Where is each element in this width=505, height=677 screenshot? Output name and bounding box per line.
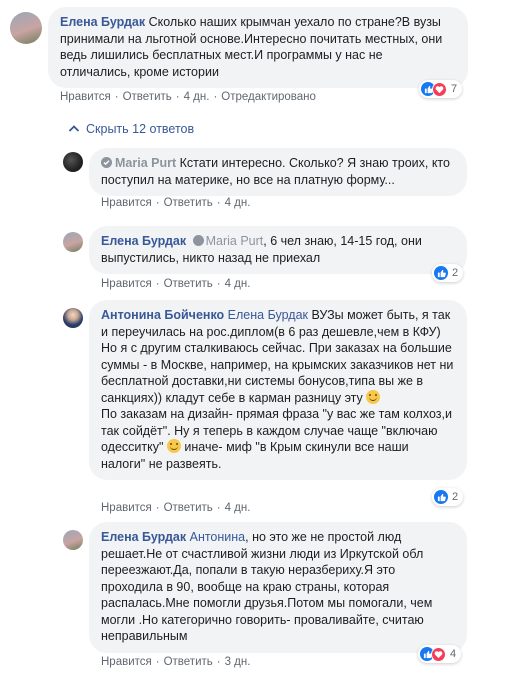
like-link[interactable]: Нравится: [101, 656, 152, 668]
reply-link[interactable]: Ответить: [164, 656, 213, 668]
comment-actions: Нравится · Ответить · 4 дн.: [101, 197, 251, 209]
reply-link[interactable]: Ответить: [164, 502, 213, 514]
timestamp[interactable]: 4 дн.: [225, 278, 251, 290]
mention-tag[interactable]: Maria Purt: [206, 234, 264, 248]
avatar[interactable]: [63, 308, 83, 328]
love-reaction-icon: [431, 646, 446, 662]
comment-bubble: Елена Бурдак Сколько наших крымчан уехал…: [48, 7, 468, 88]
like-link[interactable]: Нравится: [101, 278, 152, 290]
comment-bubble: Антонина Бойченко Елена Бурдак ВУЗы може…: [89, 300, 467, 480]
timestamp[interactable]: 4 дн.: [184, 91, 210, 103]
timestamp[interactable]: 4 дн.: [225, 502, 251, 514]
like-link[interactable]: Нравится: [60, 91, 111, 103]
comment-bubble: Maria Purt Кстати интересно. Сколько? Я …: [89, 148, 467, 196]
reaction-count: 2: [452, 491, 459, 503]
reaction-count: 4: [450, 648, 457, 660]
hide-replies-label: Скрыть 12 ответов: [86, 122, 195, 136]
smiley-emoji-icon: [166, 439, 181, 453]
chevron-up-icon: [68, 122, 80, 132]
timestamp[interactable]: 3 дн.: [225, 656, 251, 668]
comment-bubble: Елена Бурдак Maria Purt, 6 чел знаю, 14-…: [89, 226, 467, 274]
reaction-summary[interactable]: 7: [419, 80, 463, 98]
comment-text: , но это же не простой люд решает.Не от …: [101, 530, 433, 643]
like-reaction-icon: [434, 490, 448, 504]
smiley-emoji-icon: [366, 389, 381, 404]
like-link[interactable]: Нравится: [101, 502, 152, 514]
comment-bubble: Елена Бурдак Антонина, но это же не прос…: [89, 522, 467, 653]
comment-actions: Нравится · Ответить · 4 дн.: [101, 502, 251, 514]
comment-actions: Нравится · Ответить · 3 дн.: [101, 656, 251, 668]
reaction-count: 7: [451, 83, 458, 95]
comment-author[interactable]: Maria Purt: [115, 156, 176, 170]
edited-label[interactable]: Отредактировано: [221, 91, 316, 103]
top-fan-badge-icon: [101, 157, 112, 168]
comment-author[interactable]: Елена Бурдак: [60, 15, 145, 29]
comment-actions: Нравится · Ответить · 4 дн.: [101, 278, 251, 290]
avatar[interactable]: [63, 232, 83, 252]
avatar[interactable]: [63, 152, 83, 172]
mention-tag[interactable]: Антонина: [190, 530, 246, 544]
comment-author[interactable]: Елена Бурдак: [101, 530, 186, 544]
avatar[interactable]: [10, 12, 42, 44]
reply-link[interactable]: Ответить: [164, 278, 213, 290]
reaction-summary[interactable]: 4: [418, 645, 462, 663]
timestamp[interactable]: 4 дн.: [225, 197, 251, 209]
comment-author[interactable]: Елена Бурдак: [101, 234, 186, 248]
like-link[interactable]: Нравится: [101, 197, 152, 209]
top-fan-badge-icon: [192, 235, 204, 246]
mention-tag[interactable]: Елена Бурдак: [228, 308, 308, 322]
comment-actions: Нравится · Ответить · 4 дн. · Отредактировано: [60, 91, 316, 103]
reaction-summary[interactable]: 2: [432, 488, 464, 506]
reply-link[interactable]: Ответить: [123, 91, 172, 103]
reply-link[interactable]: Ответить: [164, 197, 213, 209]
hide-replies-toggle[interactable]: Скрыть 12 ответов: [68, 122, 194, 136]
comment-text: ВУЗы может быть, я так и переучилась на …: [101, 308, 454, 405]
love-reaction-icon: [432, 81, 447, 97]
like-reaction-icon: [434, 266, 448, 280]
reaction-summary[interactable]: 2: [432, 264, 464, 282]
comment-author[interactable]: Антонина Бойченко: [101, 308, 224, 322]
avatar[interactable]: [63, 530, 83, 550]
reaction-count: 2: [452, 267, 459, 279]
